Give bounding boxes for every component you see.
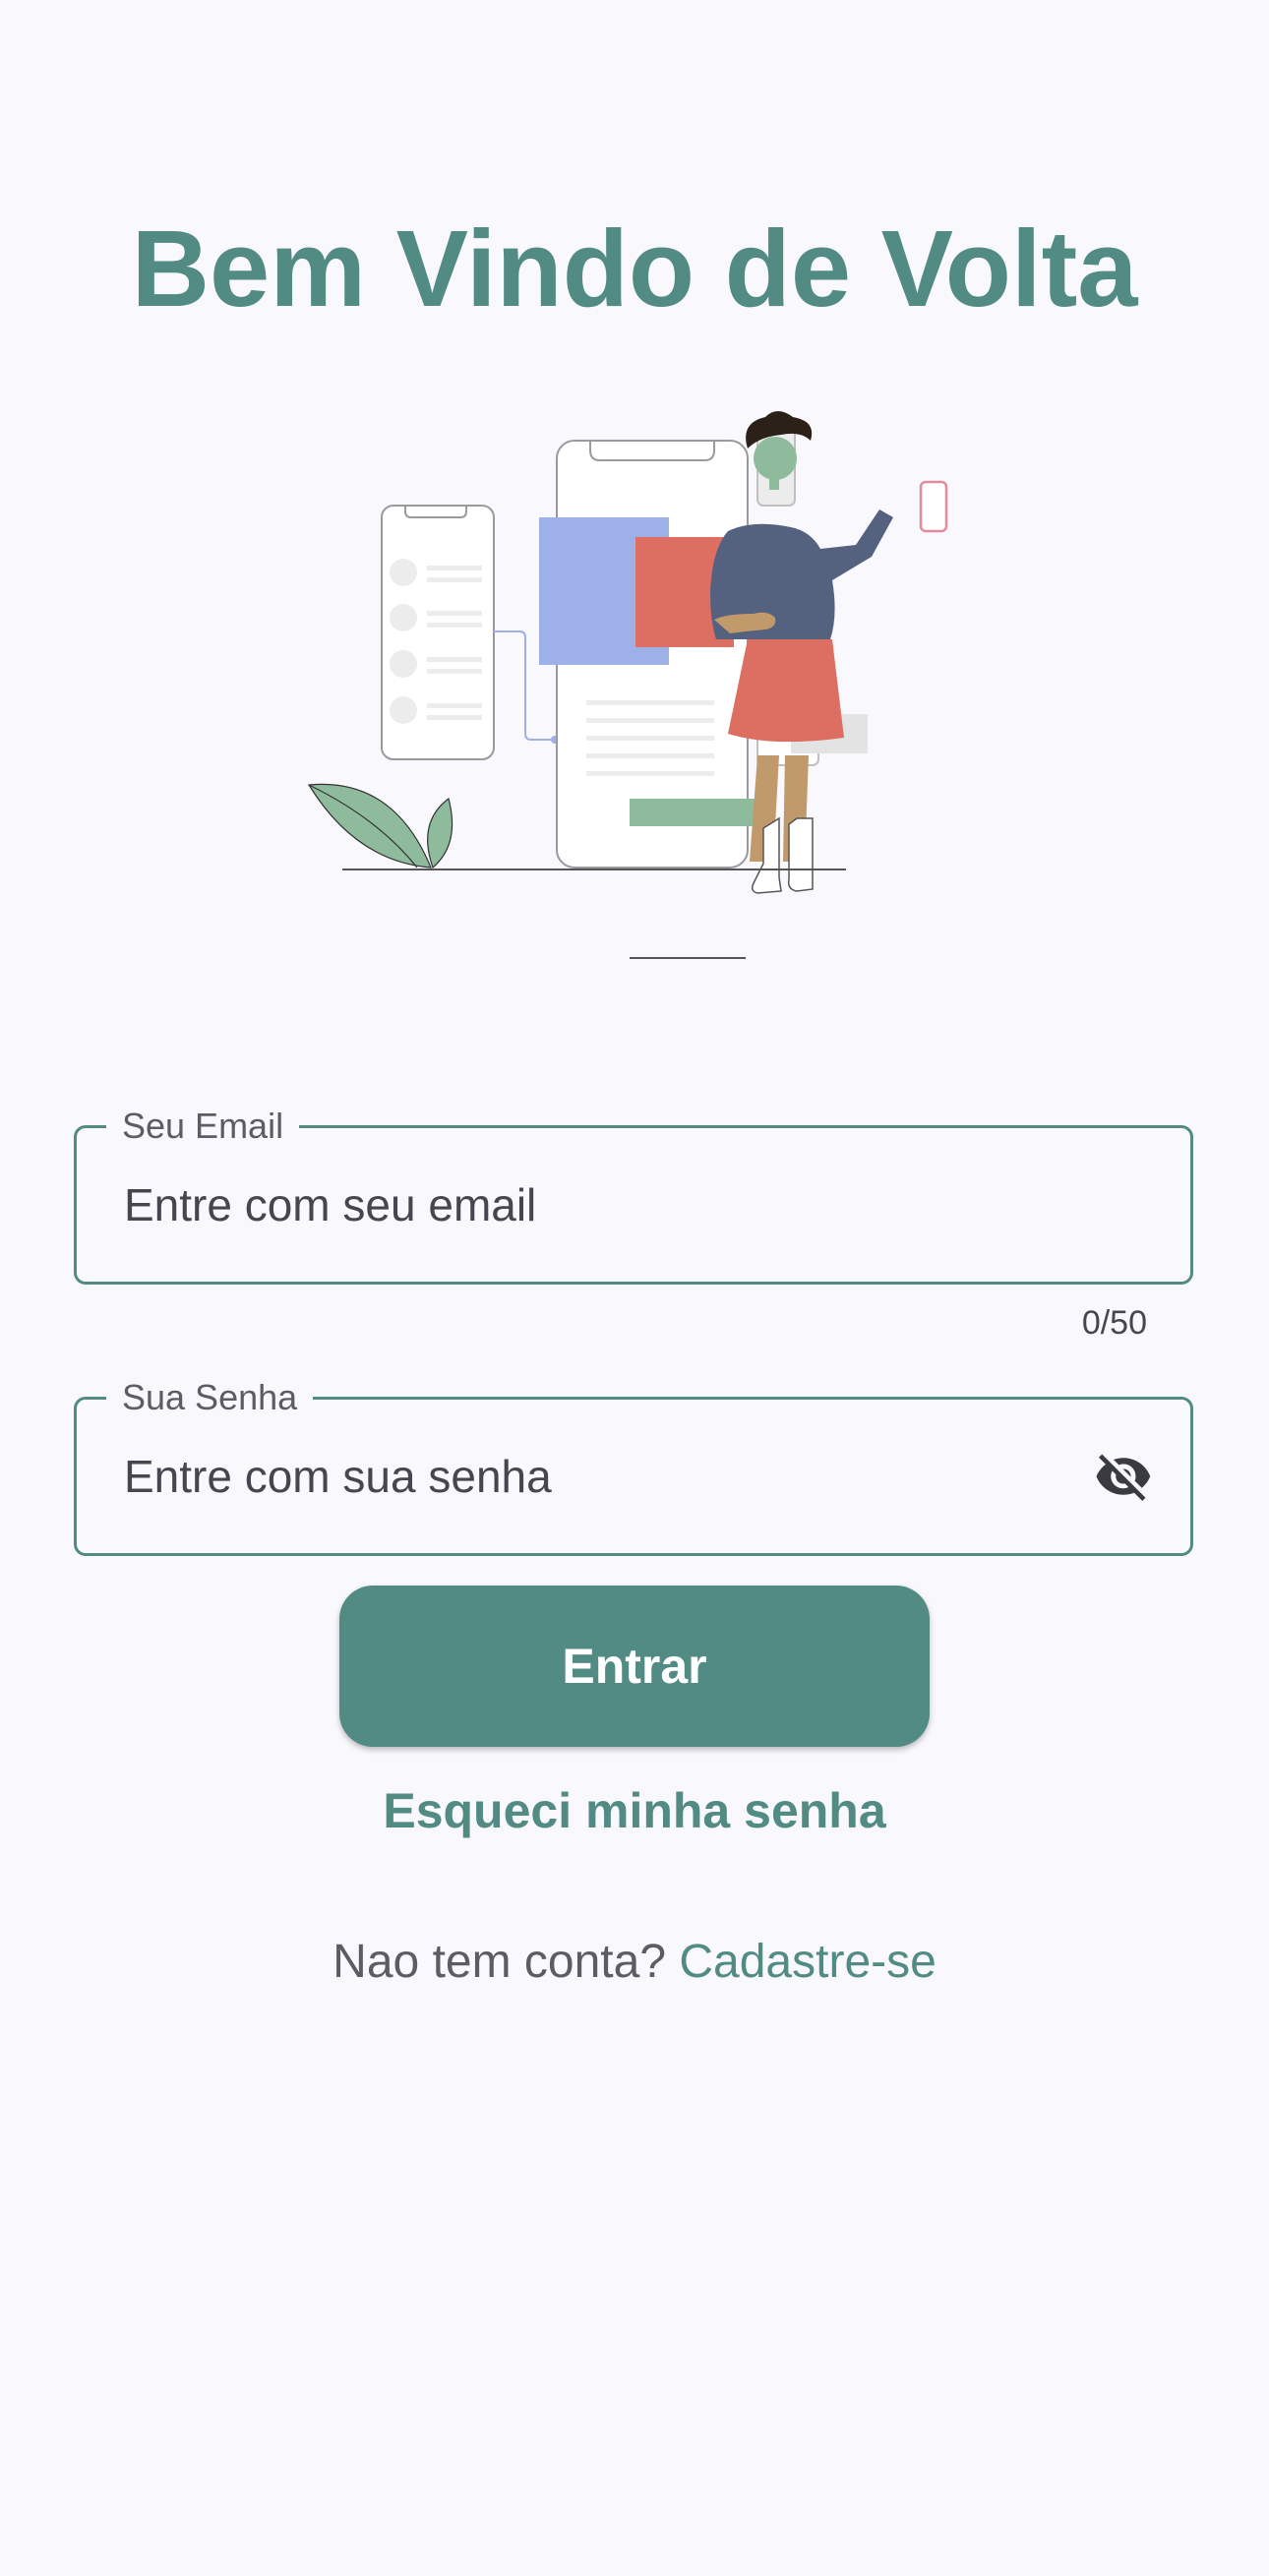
phone-left-graphic (381, 505, 495, 760)
visibility-off-icon[interactable] (1088, 1445, 1159, 1508)
email-field[interactable]: Seu Email (74, 1105, 1193, 1285)
password-field[interactable]: Sua Senha (74, 1376, 1193, 1556)
email-input[interactable] (124, 1128, 1053, 1282)
login-button[interactable]: Entrar (339, 1586, 930, 1747)
password-input[interactable] (124, 1400, 1053, 1553)
login-illustration (307, 411, 948, 959)
page-title: Bem Vindo de Volta (131, 208, 1138, 329)
plant-graphic (307, 783, 453, 869)
signup-link[interactable]: Cadastre-se (679, 1936, 936, 1988)
signup-row: Nao tem conta? Cadastre-se (0, 1935, 1269, 1989)
email-char-counter: 0/50 (1081, 1304, 1147, 1342)
forgot-password-link[interactable]: Esqueci minha senha (0, 1782, 1269, 1839)
signup-prompt: Nao tem conta? (332, 1936, 667, 1988)
